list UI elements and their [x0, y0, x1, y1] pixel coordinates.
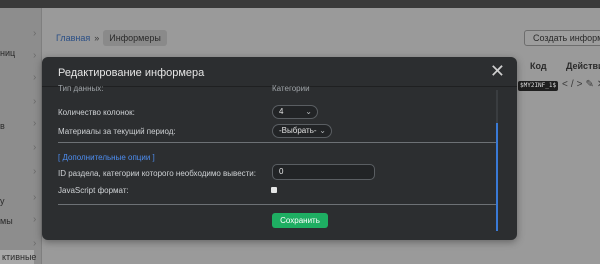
sidebar-item-fragment[interactable]: мы [0, 216, 13, 226]
scrollbar-thumb[interactable] [496, 123, 498, 231]
section-id-label: ID раздела, категории которого необходим… [58, 169, 256, 178]
edit-informer-modal: Редактирование информера ✕ Тип данных: К… [42, 57, 517, 240]
chevron-right-icon: › [33, 238, 37, 249]
row-actions: </>✎✕ [562, 79, 600, 90]
period-select[interactable]: -Выбрать- ⌄ [272, 124, 332, 138]
columns-label: Количество колонок: [58, 108, 135, 117]
table-header-code: Код [530, 61, 547, 71]
modal-title: Редактирование информера [58, 67, 205, 79]
chevron-right-icon: › [33, 142, 37, 153]
divider [58, 142, 498, 143]
sidebar-item-fragment[interactable]: ниц [0, 48, 15, 58]
sidebar-item-fragment[interactable]: у [0, 196, 5, 206]
divider [58, 204, 498, 205]
code-icon[interactable]: </> [562, 79, 585, 90]
breadcrumb-home-link[interactable]: Главная [56, 33, 90, 43]
chevron-right-icon: › [33, 72, 37, 83]
close-icon[interactable]: ✕ [490, 62, 505, 80]
chevron-right-icon: › [33, 166, 37, 177]
save-button[interactable]: Сохранить [272, 213, 328, 228]
columns-select[interactable]: 4 ⌄ [272, 105, 318, 119]
chevron-right-icon: › [33, 50, 37, 61]
section-id-input[interactable]: 0 [272, 164, 375, 180]
breadcrumb-separator: » [94, 33, 100, 43]
chevron-right-icon: › [33, 96, 37, 107]
breadcrumb: Главная » Информеры [56, 30, 167, 46]
columns-select-value: 4 [279, 107, 284, 116]
chevron-down-icon: ⌄ [305, 107, 312, 116]
period-select-value: -Выбрать- [279, 126, 317, 135]
sidebar-bottom-item[interactable]: ктивные [0, 250, 36, 264]
sidebar-item-fragment[interactable]: в [0, 121, 5, 131]
breadcrumb-current: Информеры [103, 30, 167, 46]
chevron-down-icon: ⌄ [319, 126, 326, 135]
chevron-right-icon: › [33, 192, 37, 203]
chevron-right-icon: › [33, 214, 37, 225]
chevron-right-icon: › [33, 118, 37, 129]
data-type-label: Тип данных: [58, 84, 104, 93]
extra-options-link[interactable]: [ Дополнительные опции ] [58, 153, 155, 162]
period-label: Материалы за текущий период: [58, 127, 176, 136]
js-format-label: JavaScript формат: [58, 186, 129, 195]
create-informer-button[interactable]: Создать информер [524, 30, 600, 46]
informer-code-tag: $MY2INF_1$ [518, 81, 559, 91]
chevron-right-icon: › [33, 28, 37, 39]
top-bar [0, 0, 600, 8]
data-type-value: Категории [272, 84, 310, 93]
edit-icon[interactable]: ✎ [585, 79, 596, 90]
table-header-actions: Действия [566, 61, 600, 71]
left-sidebar: ниц › › › › в › › › у › мы › › [0, 8, 42, 264]
js-format-checkbox[interactable] [271, 187, 277, 193]
